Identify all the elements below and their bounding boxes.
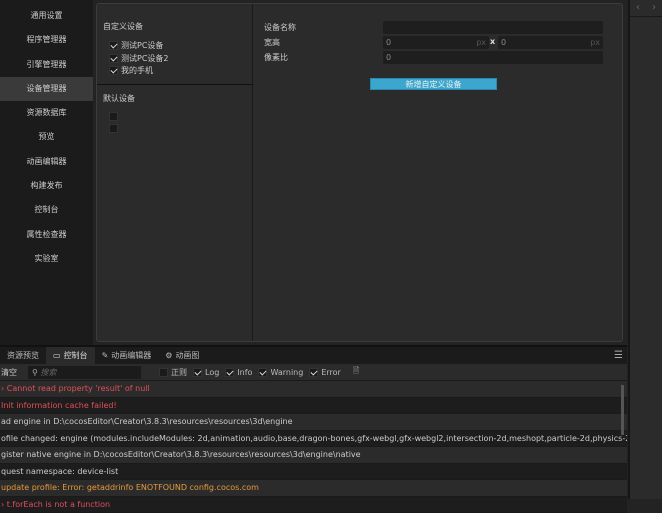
sidebar-item[interactable]: 实验室 — [0, 247, 93, 271]
menu-icon[interactable]: ☰ — [614, 350, 623, 361]
log-entry[interactable]: ad engine in D:\cocosEditor\Creator\3.8.… — [0, 414, 627, 431]
console-panel: 资源预览▭控制台✎动画编辑器⚙动画图 ☰ 清空 ⚲ 搜索 正则 LogInfoW… — [0, 345, 627, 499]
size-label: 宽高 — [264, 37, 280, 48]
default-devices-title: 默认设备 — [103, 93, 135, 104]
tab-label: 资源预览 — [7, 351, 39, 360]
tab[interactable]: 资源预览 — [0, 347, 46, 364]
custom-device-checkbox[interactable]: 测试PC设备2 — [109, 53, 169, 65]
divider — [97, 84, 253, 85]
search-input[interactable]: ⚲ 搜索 — [28, 366, 141, 379]
log-entry[interactable]: gister native engine in D:\cocosEditor\C… — [0, 447, 627, 464]
device-name-input[interactable] — [383, 21, 603, 34]
height-input[interactable]: 0 px — [498, 36, 603, 49]
sidebar-item[interactable]: 程序管理器 — [0, 28, 93, 52]
pixel-ratio-input[interactable]: 0 — [383, 51, 603, 64]
device-list-column: 自定义设备 测试PC设备测试PC设备2 我的手机 默认设备 — [97, 4, 253, 341]
filter-checkbox[interactable]: Error — [309, 368, 341, 377]
next-icon[interactable]: › — [652, 0, 656, 16]
width-input[interactable]: 0 px — [383, 36, 489, 49]
filter-label: Error — [321, 368, 341, 377]
sidebar-item[interactable]: 控制台 — [0, 198, 93, 222]
log-entry[interactable]: Init information cache failed! — [0, 398, 627, 415]
filter-checkbox[interactable]: Warning — [258, 368, 303, 377]
filter-label: Log — [205, 368, 219, 377]
device-label: 测试PC设备 — [121, 41, 163, 50]
custom-device-checkbox[interactable]: 我的手机 — [109, 65, 153, 77]
console-toolbar: 清空 ⚲ 搜索 正则 Log Info Warning Error 🗎 — [0, 364, 627, 381]
filter-checkbox[interactable]: Log — [193, 368, 219, 377]
height-value: 0 — [501, 38, 506, 47]
default-device-checkbox[interactable] — [109, 123, 121, 135]
tab-label: 动画编辑器 — [111, 351, 151, 360]
log-scrollbar[interactable] — [621, 385, 624, 435]
checkbox-icon — [109, 54, 118, 63]
log-list: › Cannot read property 'result' of nullI… — [0, 381, 627, 513]
sidebar-item[interactable]: 资源数据库 — [0, 101, 93, 125]
tab-icon: ⚙ — [165, 351, 172, 360]
tab-icon: ✎ — [102, 351, 109, 360]
right-panel: ‹› — [628, 0, 662, 499]
save-log-icon[interactable]: 🗎 — [353, 365, 359, 379]
log-entry[interactable]: quest namespace: device-list — [0, 464, 627, 481]
width-value: 0 — [386, 38, 391, 47]
default-device-checkbox[interactable] — [109, 111, 121, 123]
sidebar-item[interactable]: 引擎管理器 — [0, 53, 93, 77]
checkbox-icon — [225, 368, 234, 377]
clear-button[interactable]: 清空 — [1, 367, 17, 378]
device-label: 我的手机 — [121, 66, 153, 75]
sidebar-item[interactable]: 属性检查器 — [0, 223, 93, 247]
sidebar-item[interactable]: 动画编辑器 — [0, 150, 93, 174]
log-entry[interactable]: ofile changed: engine (modules.includeMo… — [0, 431, 627, 448]
custom-device-checkbox[interactable]: 测试PC设备 — [109, 40, 163, 52]
filter-label: Info — [237, 368, 252, 377]
custom-devices-title: 自定义设备 — [103, 21, 143, 32]
sidebar-item[interactable]: 通用设置 — [0, 4, 93, 28]
sidebar-item[interactable]: 预览 — [0, 125, 93, 149]
prev-icon[interactable]: ‹ — [636, 0, 640, 16]
panel-tabs: 资源预览▭控制台✎动画编辑器⚙动画图 — [0, 347, 627, 364]
tab-label: 动画图 — [175, 351, 199, 360]
tab[interactable]: ▭控制台 — [46, 347, 95, 364]
tab-label: 控制台 — [64, 351, 88, 360]
unit-label: px — [476, 36, 486, 49]
device-label: 测试PC设备2 — [121, 54, 169, 63]
checkbox-icon — [109, 41, 118, 50]
regex-label: 正则 — [171, 367, 187, 378]
unit-label: px — [590, 36, 600, 49]
sidebar-item[interactable]: 设备管理器 — [0, 77, 93, 101]
tab-icon: ▭ — [53, 351, 61, 360]
filter-label: Warning — [270, 368, 303, 377]
tab[interactable]: ⚙动画图 — [158, 347, 206, 364]
regex-checkbox[interactable]: 正则 — [159, 367, 187, 378]
checkbox-icon — [193, 368, 202, 377]
add-custom-device-button[interactable]: 新增自定义设备 — [370, 78, 497, 90]
times-label: x — [490, 37, 495, 46]
sidebar-item[interactable]: 构建发布 — [0, 174, 93, 198]
device-manager-panel: 自定义设备 测试PC设备测试PC设备2 我的手机 默认设备 设备名称 宽高 0 px… — [96, 3, 623, 342]
checkbox-icon — [258, 368, 267, 377]
log-entry[interactable]: › Cannot read property 'result' of null — [0, 381, 627, 398]
log-entry[interactable]: update profile: Error: getaddrinfo ENOTF… — [0, 480, 627, 497]
filter-checkbox[interactable]: Info — [225, 368, 252, 377]
settings-sidebar: 通用设置程序管理器引擎管理器设备管理器资源数据库预览动画编辑器构建发布控制台属性… — [0, 0, 93, 345]
device-name-label: 设备名称 — [264, 22, 296, 33]
pixel-ratio-label: 像素比 — [264, 52, 288, 63]
search-placeholder: 搜索 — [40, 368, 56, 377]
checkbox-icon — [109, 66, 118, 75]
checkbox-icon — [309, 368, 318, 377]
tab[interactable]: ✎动画编辑器 — [95, 347, 159, 364]
